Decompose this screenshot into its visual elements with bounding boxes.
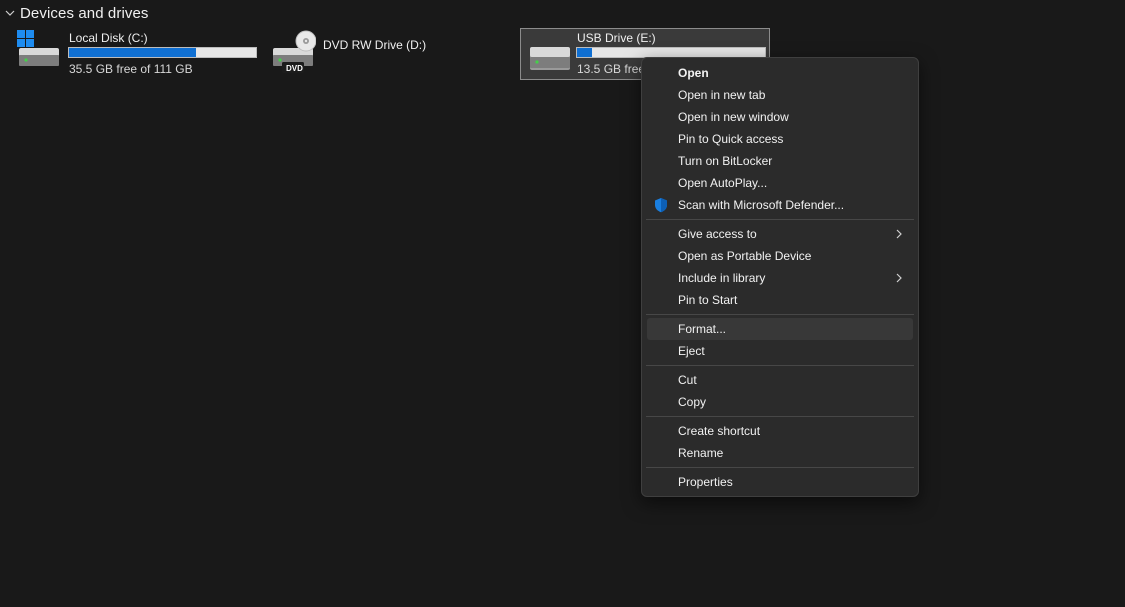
capacity-bar-fill xyxy=(69,48,197,57)
chevron-right-icon xyxy=(896,229,902,239)
capacity-bar xyxy=(68,47,257,58)
menu-item-label: Rename xyxy=(678,446,724,460)
menu-item-label: Include in library xyxy=(678,271,766,285)
windows-drive-icon xyxy=(17,30,59,66)
drive-tile-dvd-rw-d[interactable]: DVD DVD RW Drive (D:) xyxy=(270,28,500,80)
menu-item-include-in-library[interactable]: Include in library xyxy=(647,267,913,289)
menu-item-copy[interactable]: Copy xyxy=(647,391,913,413)
menu-separator xyxy=(646,365,914,366)
menu-item-format[interactable]: Format... xyxy=(647,318,913,340)
menu-item-pin-to-quick-access[interactable]: Pin to Quick access xyxy=(647,128,913,150)
menu-item-rename[interactable]: Rename xyxy=(647,442,913,464)
menu-separator xyxy=(646,314,914,315)
dvd-badge: DVD xyxy=(286,64,303,73)
usb-drive-icon xyxy=(530,47,570,70)
menu-item-label: Give access to xyxy=(678,227,757,241)
devices-and-drives-header[interactable]: Devices and drives xyxy=(4,3,149,23)
chevron-right-icon xyxy=(896,273,902,283)
drive-name: DVD RW Drive (D:) xyxy=(323,38,427,52)
menu-separator xyxy=(646,416,914,417)
capacity-bar-fill xyxy=(577,48,593,57)
menu-item-open-autoplay[interactable]: Open AutoPlay... xyxy=(647,172,913,194)
menu-item-create-shortcut[interactable]: Create shortcut xyxy=(647,420,913,442)
menu-item-open-as-portable-device[interactable]: Open as Portable Device xyxy=(647,245,913,267)
menu-item-label: Format... xyxy=(678,322,727,336)
menu-item-label: Eject xyxy=(678,344,705,358)
drive-name: USB Drive (E:) xyxy=(577,31,656,45)
menu-item-label: Turn on BitLocker xyxy=(678,154,773,168)
menu-item-label: Copy xyxy=(678,395,707,409)
menu-item-pin-to-start[interactable]: Pin to Start xyxy=(647,289,913,311)
menu-item-label: Create shortcut xyxy=(678,424,761,438)
menu-item-label: Scan with Microsoft Defender... xyxy=(678,198,845,212)
drive-free-space: 13.5 GB free xyxy=(577,62,646,76)
menu-item-turn-on-bitlocker[interactable]: Turn on BitLocker xyxy=(647,150,913,172)
file-explorer-view: Devices and drives Local Disk (C:) 35.5 … xyxy=(0,0,1125,607)
context-menu: Open Open in new tab Open in new window Pin… xyxy=(641,57,919,497)
menu-item-label: Cut xyxy=(678,373,697,387)
menu-item-give-access-to[interactable]: Give access to xyxy=(647,223,913,245)
menu-item-open-in-new-window[interactable]: Open in new window xyxy=(647,106,913,128)
menu-separator xyxy=(646,467,914,468)
drive-free-space: 35.5 GB free of 111 GB xyxy=(69,62,193,76)
menu-item-scan-with-microsoft-defender[interactable]: Scan with Microsoft Defender... xyxy=(647,194,913,216)
menu-item-open[interactable]: Open xyxy=(647,62,913,84)
drive-name: Local Disk (C:) xyxy=(69,31,148,45)
menu-item-label: Pin to Start xyxy=(678,293,738,307)
menu-item-eject[interactable]: Eject xyxy=(647,340,913,362)
menu-separator xyxy=(646,219,914,220)
defender-shield-icon xyxy=(655,198,667,213)
menu-item-label: Open as Portable Device xyxy=(678,249,812,263)
menu-item-label: Pin to Quick access xyxy=(678,132,784,146)
menu-item-properties[interactable]: Properties xyxy=(647,471,913,493)
chevron-down-icon[interactable] xyxy=(4,7,16,19)
menu-item-label: Open AutoPlay... xyxy=(678,176,768,190)
menu-item-label: Open xyxy=(678,66,709,80)
menu-item-label: Open in new tab xyxy=(678,88,766,102)
menu-item-label: Properties xyxy=(678,475,733,489)
drive-tile-local-disk-c[interactable]: Local Disk (C:) 35.5 GB free of 111 GB xyxy=(16,28,260,80)
menu-item-open-in-new-tab[interactable]: Open in new tab xyxy=(647,84,913,106)
menu-item-label: Open in new window xyxy=(678,110,789,124)
menu-item-cut[interactable]: Cut xyxy=(647,369,913,391)
section-title: Devices and drives xyxy=(20,4,149,22)
